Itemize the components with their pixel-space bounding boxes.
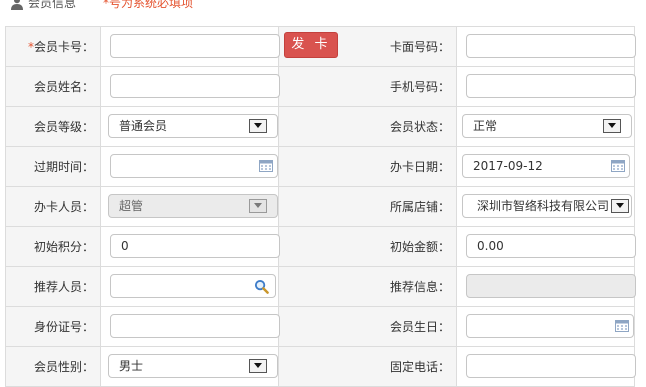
phone-input[interactable] bbox=[466, 354, 636, 378]
status-select-value: 正常 bbox=[473, 119, 498, 133]
init-amount-label: 初始金额： bbox=[278, 226, 457, 267]
referrer-label: 推荐人员： bbox=[5, 266, 101, 307]
chevron-down-icon[interactable] bbox=[603, 119, 621, 133]
search-icon[interactable] bbox=[254, 279, 269, 294]
issue-date-input[interactable]: 2017-09-12 bbox=[462, 154, 630, 178]
operator-select: 超管 bbox=[108, 194, 278, 218]
member-form: *会员卡号： 卡面号码： 会员姓名： 手机号码： 会员等级： 普通会员 会员状态… bbox=[5, 26, 636, 387]
phone-label: 固定电话： bbox=[278, 346, 457, 387]
birthday-label: 会员生日： bbox=[278, 306, 457, 347]
expire-date-input[interactable] bbox=[110, 154, 278, 178]
chevron-down-icon[interactable] bbox=[249, 119, 267, 133]
store-label: 所属店铺： bbox=[278, 186, 457, 227]
gender-select-value: 男士 bbox=[119, 359, 144, 373]
section-title: 会员信息 bbox=[28, 0, 77, 10]
name-label: 会员姓名： bbox=[5, 66, 101, 107]
chevron-down-icon bbox=[249, 199, 267, 213]
store-select-value: 深圳市智络科技有限公司 bbox=[477, 199, 610, 213]
operator-label: 办卡人员： bbox=[5, 186, 101, 227]
init-points-input[interactable]: 0 bbox=[110, 234, 280, 258]
calendar-icon[interactable] bbox=[259, 160, 273, 172]
status-select[interactable]: 正常 bbox=[462, 114, 632, 138]
store-select[interactable]: 深圳市智络科技有限公司 bbox=[462, 194, 632, 218]
calendar-icon[interactable] bbox=[611, 160, 625, 172]
card-face-no-input[interactable] bbox=[466, 34, 636, 58]
id-no-input[interactable] bbox=[110, 314, 280, 338]
card-no-input[interactable] bbox=[110, 34, 280, 58]
level-select-value: 普通会员 bbox=[119, 119, 168, 133]
issue-date-value: 2017-09-12 bbox=[473, 159, 543, 173]
card-no-label: *会员卡号： bbox=[5, 26, 101, 67]
level-select[interactable]: 普通会员 bbox=[108, 114, 278, 138]
expire-label: 过期时间： bbox=[5, 146, 101, 187]
card-no-label-text: 会员卡号： bbox=[33, 40, 94, 54]
name-input[interactable] bbox=[110, 74, 280, 98]
calendar-icon[interactable] bbox=[615, 320, 629, 332]
required-note: *号为系统必填项 bbox=[103, 0, 194, 10]
referrer-info-input bbox=[466, 274, 636, 298]
id-no-label: 身份证号： bbox=[5, 306, 101, 347]
birthday-input[interactable] bbox=[466, 314, 634, 338]
level-label: 会员等级： bbox=[5, 106, 101, 147]
gender-select[interactable]: 男士 bbox=[108, 354, 278, 378]
mobile-label: 手机号码： bbox=[278, 66, 457, 107]
init-amount-input[interactable]: 0.00 bbox=[466, 234, 636, 258]
mobile-input[interactable] bbox=[466, 74, 636, 98]
gender-label: 会员性别： bbox=[5, 346, 101, 387]
referrer-info-label: 推荐信息： bbox=[278, 266, 457, 307]
init-points-label: 初始积分： bbox=[5, 226, 101, 267]
section-header: 会员信息 *号为系统必填项 bbox=[0, 0, 646, 16]
operator-select-value: 超管 bbox=[119, 199, 144, 213]
issue-date-label: 办卡日期： bbox=[278, 146, 457, 187]
issue-card-button[interactable]: 发 卡 bbox=[284, 32, 338, 58]
chevron-down-icon[interactable] bbox=[611, 199, 629, 213]
status-label: 会员状态： bbox=[278, 106, 457, 147]
referrer-input[interactable] bbox=[110, 274, 276, 298]
chevron-down-icon[interactable] bbox=[249, 359, 267, 373]
user-icon bbox=[11, 0, 23, 10]
